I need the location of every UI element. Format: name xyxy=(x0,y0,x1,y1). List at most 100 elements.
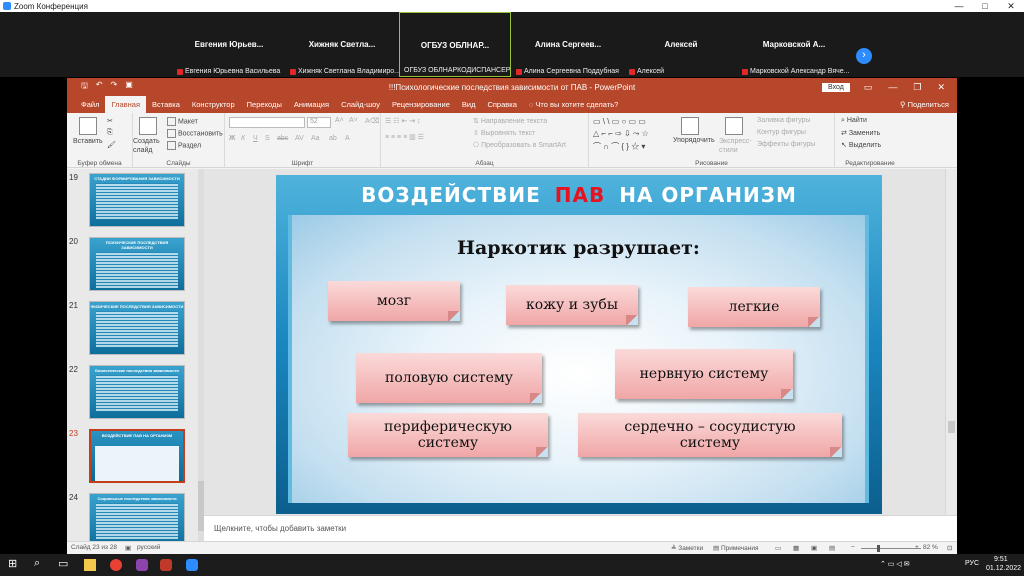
clock-time[interactable]: 9:51 xyxy=(994,556,1008,563)
ribbon-display-icon[interactable]: ▭ xyxy=(864,82,873,93)
effect-card[interactable]: легкие xyxy=(688,287,820,327)
current-slide[interactable]: ВОЗДЕЙСТВИЕ ПАВ НА ОРГАНИЗМ Наркотик раз… xyxy=(276,175,882,514)
font-size-box[interactable]: 52 xyxy=(307,117,331,128)
maximize-button[interactable]: □ xyxy=(972,1,998,12)
app-icon[interactable] xyxy=(136,559,148,571)
format-painter-icon[interactable]: 🖌 xyxy=(107,141,116,149)
clear-format-icon[interactable]: A⌫ xyxy=(365,117,380,125)
shape-outline-button[interactable]: Контур фигуры xyxy=(757,129,806,136)
tell-me-box[interactable]: ◌ Что вы хотите сделать? xyxy=(523,96,624,113)
layout-button[interactable]: Макет xyxy=(167,117,198,126)
tab-view[interactable]: Вид xyxy=(456,96,482,113)
clock-date[interactable]: 01.12.2022 xyxy=(986,565,1021,572)
align-icons[interactable]: ≡ ≡ ≡ ≡ ▥ ☰ xyxy=(385,133,424,141)
zoom-slider[interactable] xyxy=(861,545,921,552)
thumbnail-slide-24[interactable]: 24 Социальные последствия зависимости xyxy=(67,493,204,541)
thumbnail-slide-21[interactable]: 21 ФИЗИЧЕСКИЕ ПОСЛЕДСТВИЯ ЗАВИСИМОСТИ xyxy=(67,301,204,363)
copy-icon[interactable]: ⎘ xyxy=(107,129,113,137)
spacing-icon[interactable]: AV xyxy=(295,135,304,142)
thumbnail-slide-20[interactable]: 20 ПСИХИЧЕСКИЕ ПОСЛЕДСТВИЯ ЗАВИСИМОСТИ xyxy=(67,237,204,299)
text-direction-button[interactable]: ⇅ Направление текста xyxy=(473,117,547,125)
effect-card[interactable]: сердечно – сосудистую систему xyxy=(578,413,842,457)
scroll-thumb[interactable] xyxy=(948,421,955,433)
tab-design[interactable]: Конструктор xyxy=(186,96,241,113)
shadow-button[interactable]: S xyxy=(265,135,270,142)
shapes-gallery[interactable]: ▭ \ \ ▭ ○ ▭ ▭ xyxy=(593,117,646,126)
quick-styles-button[interactable]: Экспресс-стили xyxy=(719,137,752,155)
normal-view-icon[interactable]: ▭ xyxy=(775,544,781,552)
tab-help[interactable]: Справка xyxy=(481,96,522,113)
share-button[interactable]: ⚲ Поделиться xyxy=(900,100,949,109)
thumbnail-slide-23-current[interactable]: 23 ВОЗДЕЙСТВИЕ ПАВ НА ОРГАНИЗМ xyxy=(67,429,204,491)
thumbnail-slide-22[interactable]: 22 Биологические последствия зависимости xyxy=(67,365,204,427)
tray-icons[interactable]: ⌃ ▭ ◁ ✉ xyxy=(880,560,910,568)
language-indicator[interactable]: русский xyxy=(137,544,160,551)
task-view-icon[interactable]: ▭ xyxy=(58,557,70,570)
thumbnail-slide-19[interactable]: 19 СТАДИИ ФОРМИРОВАНИЯ ЗАВИСИМОСТИ xyxy=(67,173,204,235)
notes-pane[interactable]: Щелкните, чтобы добавить заметки xyxy=(204,515,957,541)
italic-button[interactable]: К xyxy=(241,135,245,142)
next-participants-button[interactable]: › xyxy=(856,48,872,64)
quick-styles-icon[interactable] xyxy=(725,117,743,135)
file-explorer-icon[interactable] xyxy=(84,559,96,571)
redo-icon[interactable]: ↷ xyxy=(111,80,118,94)
slide-sorter-icon[interactable]: ▦ xyxy=(793,544,799,552)
align-text-button[interactable]: ⇳ Выровнять текст xyxy=(473,129,535,137)
start-slideshow-icon[interactable]: ▣ xyxy=(125,80,133,94)
case-icon[interactable]: Aa xyxy=(311,135,320,142)
shape-effects-button[interactable]: Эффекты фигуры xyxy=(757,141,815,148)
font-color-icon[interactable]: A xyxy=(345,135,350,142)
participant-tile[interactable]: Евгения Юрьев... Евгения Юрьевна Василье… xyxy=(173,12,285,77)
slideshow-icon[interactable]: ▤ xyxy=(829,544,835,552)
effect-card[interactable]: кожу и зубы xyxy=(506,285,638,325)
effect-card[interactable]: нервную систему xyxy=(615,349,793,399)
bold-button[interactable]: Ж xyxy=(229,135,235,142)
zoom-taskbar-icon[interactable] xyxy=(186,559,198,571)
zoom-in-icon[interactable]: + xyxy=(915,544,919,551)
tab-file[interactable]: Файл xyxy=(75,96,105,113)
cut-icon[interactable]: ✂ xyxy=(107,117,113,125)
new-slide-icon[interactable] xyxy=(139,117,157,135)
minimize-button[interactable]: — xyxy=(946,1,972,12)
select-button[interactable]: ↖ Выделить xyxy=(841,141,881,149)
participant-tile[interactable]: Алексей Алексей xyxy=(625,12,737,77)
find-button[interactable]: ⌕ Найти xyxy=(841,117,867,125)
save-icon[interactable]: 🖫 xyxy=(81,80,88,94)
notes-toggle[interactable]: ≜ Заметки xyxy=(671,544,703,552)
paste-icon[interactable] xyxy=(79,117,97,135)
shapes-gallery-row2[interactable]: △ ⌐ ⌐ ⇨ ⇩ ⤳ ☆ xyxy=(593,129,649,139)
spellcheck-icon[interactable]: ▣ xyxy=(125,544,131,552)
tab-review[interactable]: Рецензирование xyxy=(386,96,456,113)
zoom-out-icon[interactable]: − xyxy=(851,544,855,551)
participant-tile[interactable]: Хижняк Светла... Хижняк Светлана Владими… xyxy=(286,12,400,77)
tab-slideshow[interactable]: Слайд-шоу xyxy=(335,96,386,113)
highlight-icon[interactable]: ab xyxy=(329,135,337,142)
bullets-icon[interactable]: ☰ ☷ ⇤ ⇥ ↕ xyxy=(385,117,421,125)
zoom-slider-knob[interactable] xyxy=(877,545,880,552)
participant-tile-active-speaker[interactable]: ОГБУЗ ОБЛНАР... ОГБУЗ ОБЛНАРКОДИСПАНСЕР xyxy=(399,12,511,77)
close-button[interactable]: ✕ xyxy=(998,1,1024,12)
smartart-button[interactable]: ⎔ Преобразовать в SmartArt xyxy=(473,141,566,149)
windows-start-icon[interactable]: ⊞ xyxy=(8,557,20,570)
effect-card[interactable]: половую систему xyxy=(356,353,542,403)
vertical-scrollbar[interactable] xyxy=(945,169,957,515)
replace-button[interactable]: ⇄ Заменить xyxy=(841,129,880,137)
effect-card[interactable]: периферическую систему xyxy=(348,413,548,457)
shape-fill-button[interactable]: Заливка фигуры xyxy=(757,117,810,124)
ppt-restore-button[interactable]: ❐ xyxy=(913,82,921,93)
section-button[interactable]: Раздел xyxy=(167,141,201,150)
ppt-minimize-button[interactable]: — xyxy=(888,82,897,93)
tab-transitions[interactable]: Переходы xyxy=(241,96,288,113)
search-icon[interactable]: ⌕ xyxy=(34,557,46,569)
tab-home[interactable]: Главная xyxy=(105,96,146,113)
reset-button[interactable]: Восстановить xyxy=(167,129,223,138)
tab-animations[interactable]: Анимация xyxy=(288,96,335,113)
new-slide-button[interactable]: Создать слайд xyxy=(133,137,165,155)
ppt-close-button[interactable]: ✕ xyxy=(937,82,945,93)
grow-font-icon[interactable]: A˄ xyxy=(335,117,344,124)
keyboard-language[interactable]: РУС xyxy=(965,560,979,567)
participant-tile[interactable]: Марковской А... Марковской Александр Вяч… xyxy=(738,12,850,77)
font-name-box[interactable] xyxy=(229,117,305,128)
zoom-level[interactable]: 82 % xyxy=(923,544,938,551)
arrange-icon[interactable] xyxy=(681,117,699,135)
